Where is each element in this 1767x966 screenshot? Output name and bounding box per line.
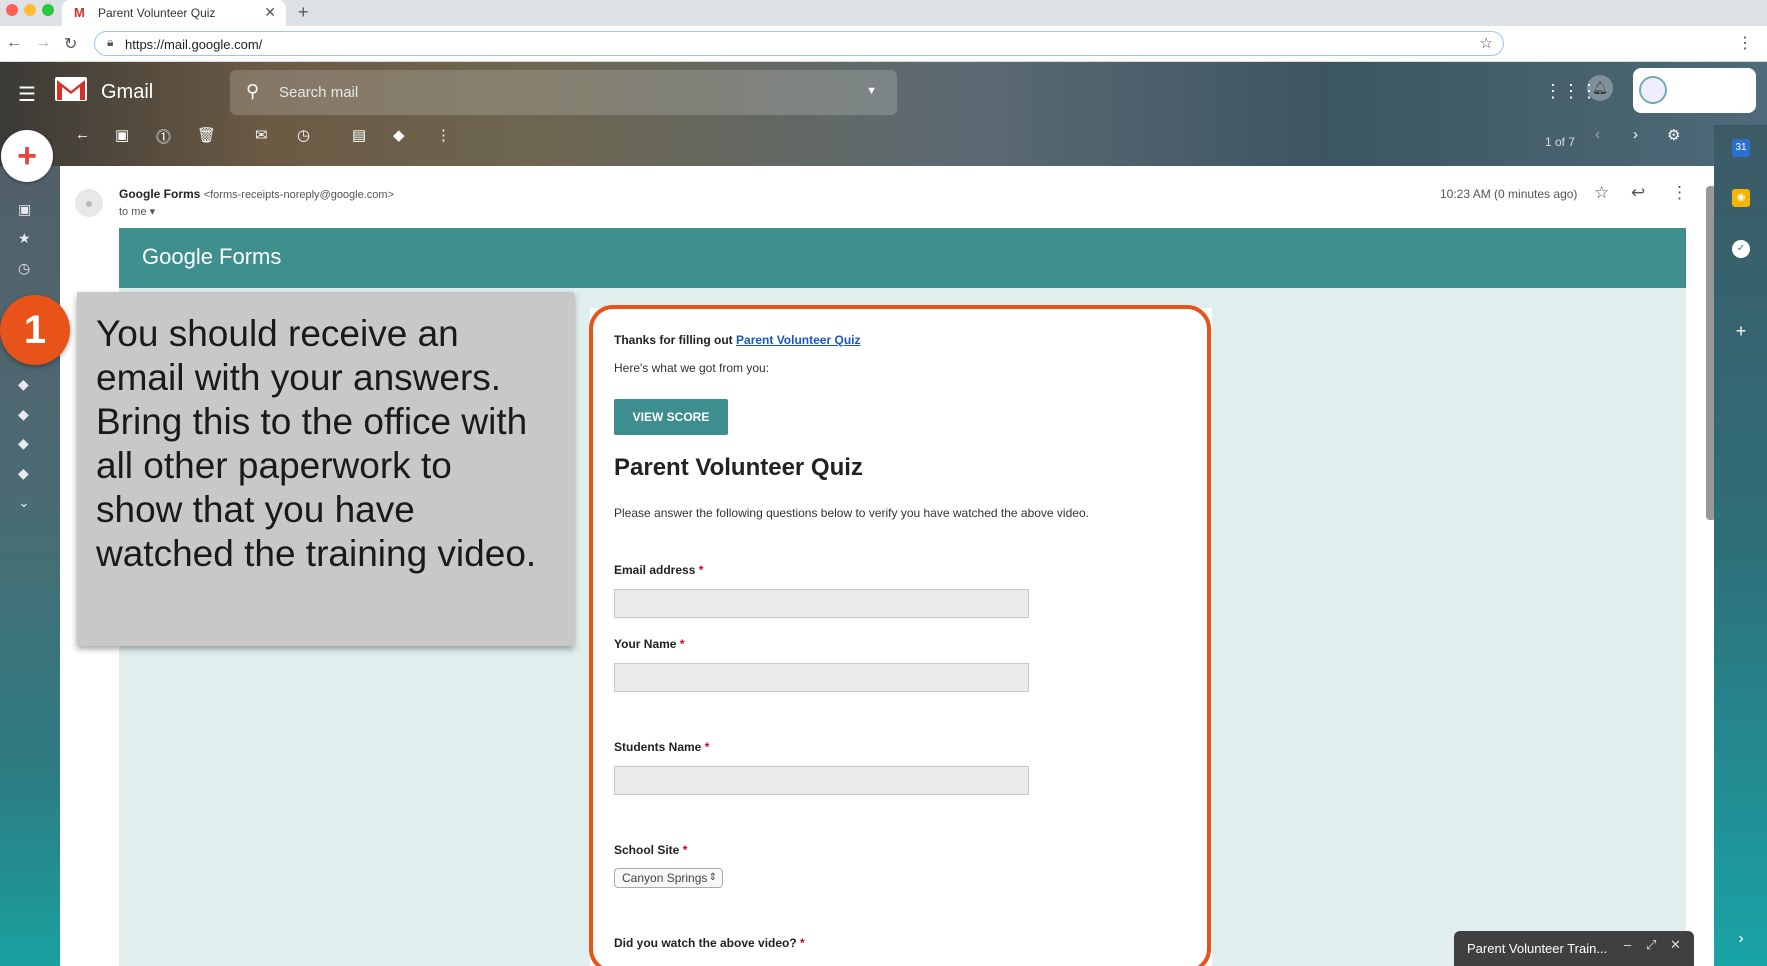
compose-button[interactable]: + bbox=[1, 130, 53, 182]
chat-title: Parent Volunteer Train... bbox=[1467, 941, 1608, 956]
minimize-icon[interactable]: – bbox=[1624, 937, 1631, 952]
sender-avatar: ● bbox=[75, 189, 103, 217]
snoozed-icon[interactable]: ◷ bbox=[18, 260, 30, 277]
next-message-icon[interactable]: › bbox=[1633, 126, 1638, 143]
address-bar-row: ← → ↻ 🔒︎ https://mail.google.com/ ☆ ⋮ bbox=[0, 26, 1767, 62]
sender-line: Google Forms <forms-receipts-noreply@goo… bbox=[119, 187, 394, 201]
close-icon[interactable]: ✕ bbox=[1670, 937, 1681, 953]
pop-out-icon[interactable]: ⤢ bbox=[1646, 937, 1656, 953]
search-placeholder: Search mail bbox=[279, 84, 359, 101]
account-switcher[interactable] bbox=[1633, 68, 1756, 113]
calendar-icon[interactable]: 31 bbox=[1732, 139, 1750, 157]
account-avatar[interactable] bbox=[1639, 76, 1667, 104]
more-actions-icon[interactable]: ⋮ bbox=[436, 126, 451, 144]
left-nav-rail: ▣ ★ ◷ ◆ ◆ ◆ ◆ ⌄ bbox=[0, 166, 60, 966]
url-field[interactable]: 🔒︎ https://mail.google.com/ ☆ bbox=[94, 31, 1504, 56]
expand-more-icon[interactable]: ⌄ bbox=[18, 494, 30, 511]
tasks-icon[interactable]: ✓ bbox=[1732, 240, 1750, 258]
label-icon[interactable]: ◆ bbox=[18, 465, 29, 482]
label-icon[interactable]: ◆ bbox=[18, 435, 29, 452]
message-pager: 1 of 7 bbox=[1545, 135, 1576, 149]
right-side-panel: 31 ◉ ✓ + › bbox=[1714, 125, 1767, 966]
snooze-icon[interactable]: ◷ bbox=[297, 126, 310, 144]
recipient-label: to me bbox=[119, 206, 147, 218]
search-icon[interactable]: ⚲ bbox=[246, 81, 259, 102]
label-icon[interactable]: ◆ bbox=[393, 126, 405, 144]
gmail-wordmark[interactable]: Gmail bbox=[101, 81, 153, 104]
message-toolbar: ← ▣ ⓵ 🗑︎ ✉ ◷ ▤ ◆ ⋮ ‹ › ⚙ bbox=[60, 120, 1700, 150]
mark-unread-icon[interactable]: ✉ bbox=[255, 126, 268, 144]
google-forms-banner: Google Forms bbox=[119, 228, 1686, 288]
minimize-window-button[interactable] bbox=[24, 4, 36, 16]
browser-menu-icon[interactable]: ⋮ bbox=[1737, 33, 1753, 53]
close-tab-icon[interactable]: ✕ bbox=[264, 4, 276, 21]
url-text: https://mail.google.com/ bbox=[125, 37, 263, 52]
new-tab-icon[interactable]: + bbox=[298, 2, 309, 23]
gmail-favicon-icon: M bbox=[74, 5, 85, 20]
search-options-dropdown-icon[interactable]: ▼ bbox=[866, 85, 877, 97]
sender-email: <forms-receipts-noreply@google.com> bbox=[203, 189, 394, 201]
search-mail-box[interactable]: ⚲ Search mail ▼ bbox=[230, 70, 897, 115]
browser-tabbar: M Parent Volunteer Quiz ✕ + bbox=[0, 0, 1767, 26]
recipient-dropdown[interactable]: to me ▾ bbox=[119, 205, 155, 218]
sender-name: Google Forms bbox=[119, 187, 201, 201]
tab-title: Parent Volunteer Quiz bbox=[98, 6, 216, 20]
back-to-inbox-icon[interactable]: ← bbox=[75, 126, 90, 143]
close-window-button[interactable] bbox=[6, 4, 18, 16]
back-arrow-icon[interactable]: ← bbox=[6, 34, 22, 52]
minimized-chat-window[interactable]: Parent Volunteer Train... – ⤢ ✕ bbox=[1454, 931, 1694, 966]
label-icon[interactable]: ◆ bbox=[18, 376, 29, 393]
settings-gear-icon[interactable]: ⚙ bbox=[1667, 126, 1680, 144]
report-spam-icon[interactable]: ⓵ bbox=[156, 126, 171, 147]
delete-icon[interactable]: 🗑︎ bbox=[197, 126, 216, 144]
callout-text: You should receive an email with your an… bbox=[96, 313, 537, 574]
reply-icon[interactable]: ↩ bbox=[1631, 183, 1645, 203]
zoom-window-button[interactable] bbox=[42, 4, 54, 16]
more-options-icon[interactable]: ⋮ bbox=[1671, 183, 1688, 203]
email-time: 10:23 AM (0 minutes ago) bbox=[1440, 187, 1578, 201]
forward-arrow-icon[interactable]: → bbox=[35, 34, 51, 52]
archive-icon[interactable]: ▣ bbox=[115, 126, 129, 144]
step-number-badge: 1 bbox=[0, 295, 70, 365]
previous-message-icon[interactable]: ‹ bbox=[1595, 126, 1600, 143]
move-to-icon[interactable]: ▤ bbox=[352, 126, 366, 144]
reload-icon[interactable]: ↻ bbox=[64, 34, 77, 54]
keep-icon[interactable]: ◉ bbox=[1732, 189, 1750, 207]
browser-tab[interactable]: M Parent Volunteer Quiz ✕ bbox=[62, 0, 286, 26]
expand-panel-icon[interactable]: › bbox=[1732, 930, 1750, 948]
highlight-outline bbox=[589, 305, 1211, 966]
star-icon[interactable]: ☆ bbox=[1594, 183, 1609, 203]
lock-icon: 🔒︎ bbox=[107, 35, 114, 49]
gmail-logo-icon[interactable] bbox=[54, 76, 88, 102]
main-menu-icon[interactable]: ☰ bbox=[18, 82, 36, 107]
google-forms-logo: Google Forms bbox=[142, 244, 282, 269]
notifications-icon[interactable]: 🔔︎ bbox=[1587, 75, 1613, 101]
inbox-icon[interactable]: ▣ bbox=[18, 201, 31, 218]
label-icon[interactable]: ◆ bbox=[18, 406, 29, 423]
starred-icon[interactable]: ★ bbox=[18, 230, 31, 247]
bookmark-star-icon[interactable]: ☆ bbox=[1480, 34, 1493, 52]
add-addon-icon[interactable]: + bbox=[1732, 322, 1750, 340]
gmail-header: ☰ Gmail ⚲ Search mail ▼ ⋮⋮⋮ 🔔︎ ← ▣ ⓵ 🗑︎ … bbox=[0, 62, 1767, 166]
